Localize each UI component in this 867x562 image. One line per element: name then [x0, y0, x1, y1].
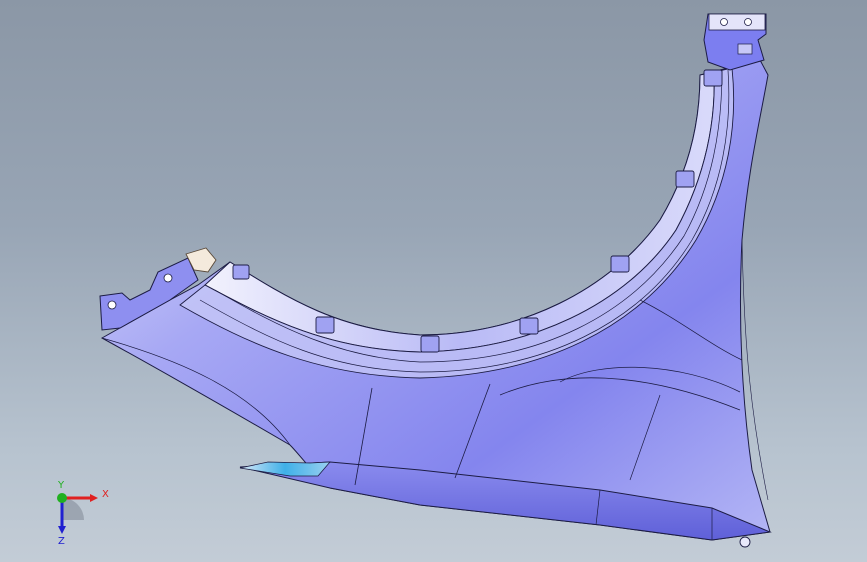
y-axis-label: Y [57, 480, 65, 491]
front-splash-guard [239, 461, 331, 477]
axis-triad: X Y Z [57, 480, 109, 547]
rear-tab [739, 536, 751, 548]
x-arrowhead [90, 494, 98, 502]
fender-model[interactable] [0, 0, 867, 562]
y-axis-dot [57, 493, 67, 503]
z-arrowhead [58, 526, 66, 534]
3d-viewport[interactable]: X Y Z [0, 0, 867, 562]
x-axis-label: X [102, 489, 109, 500]
z-axis-label: Z [58, 536, 65, 547]
